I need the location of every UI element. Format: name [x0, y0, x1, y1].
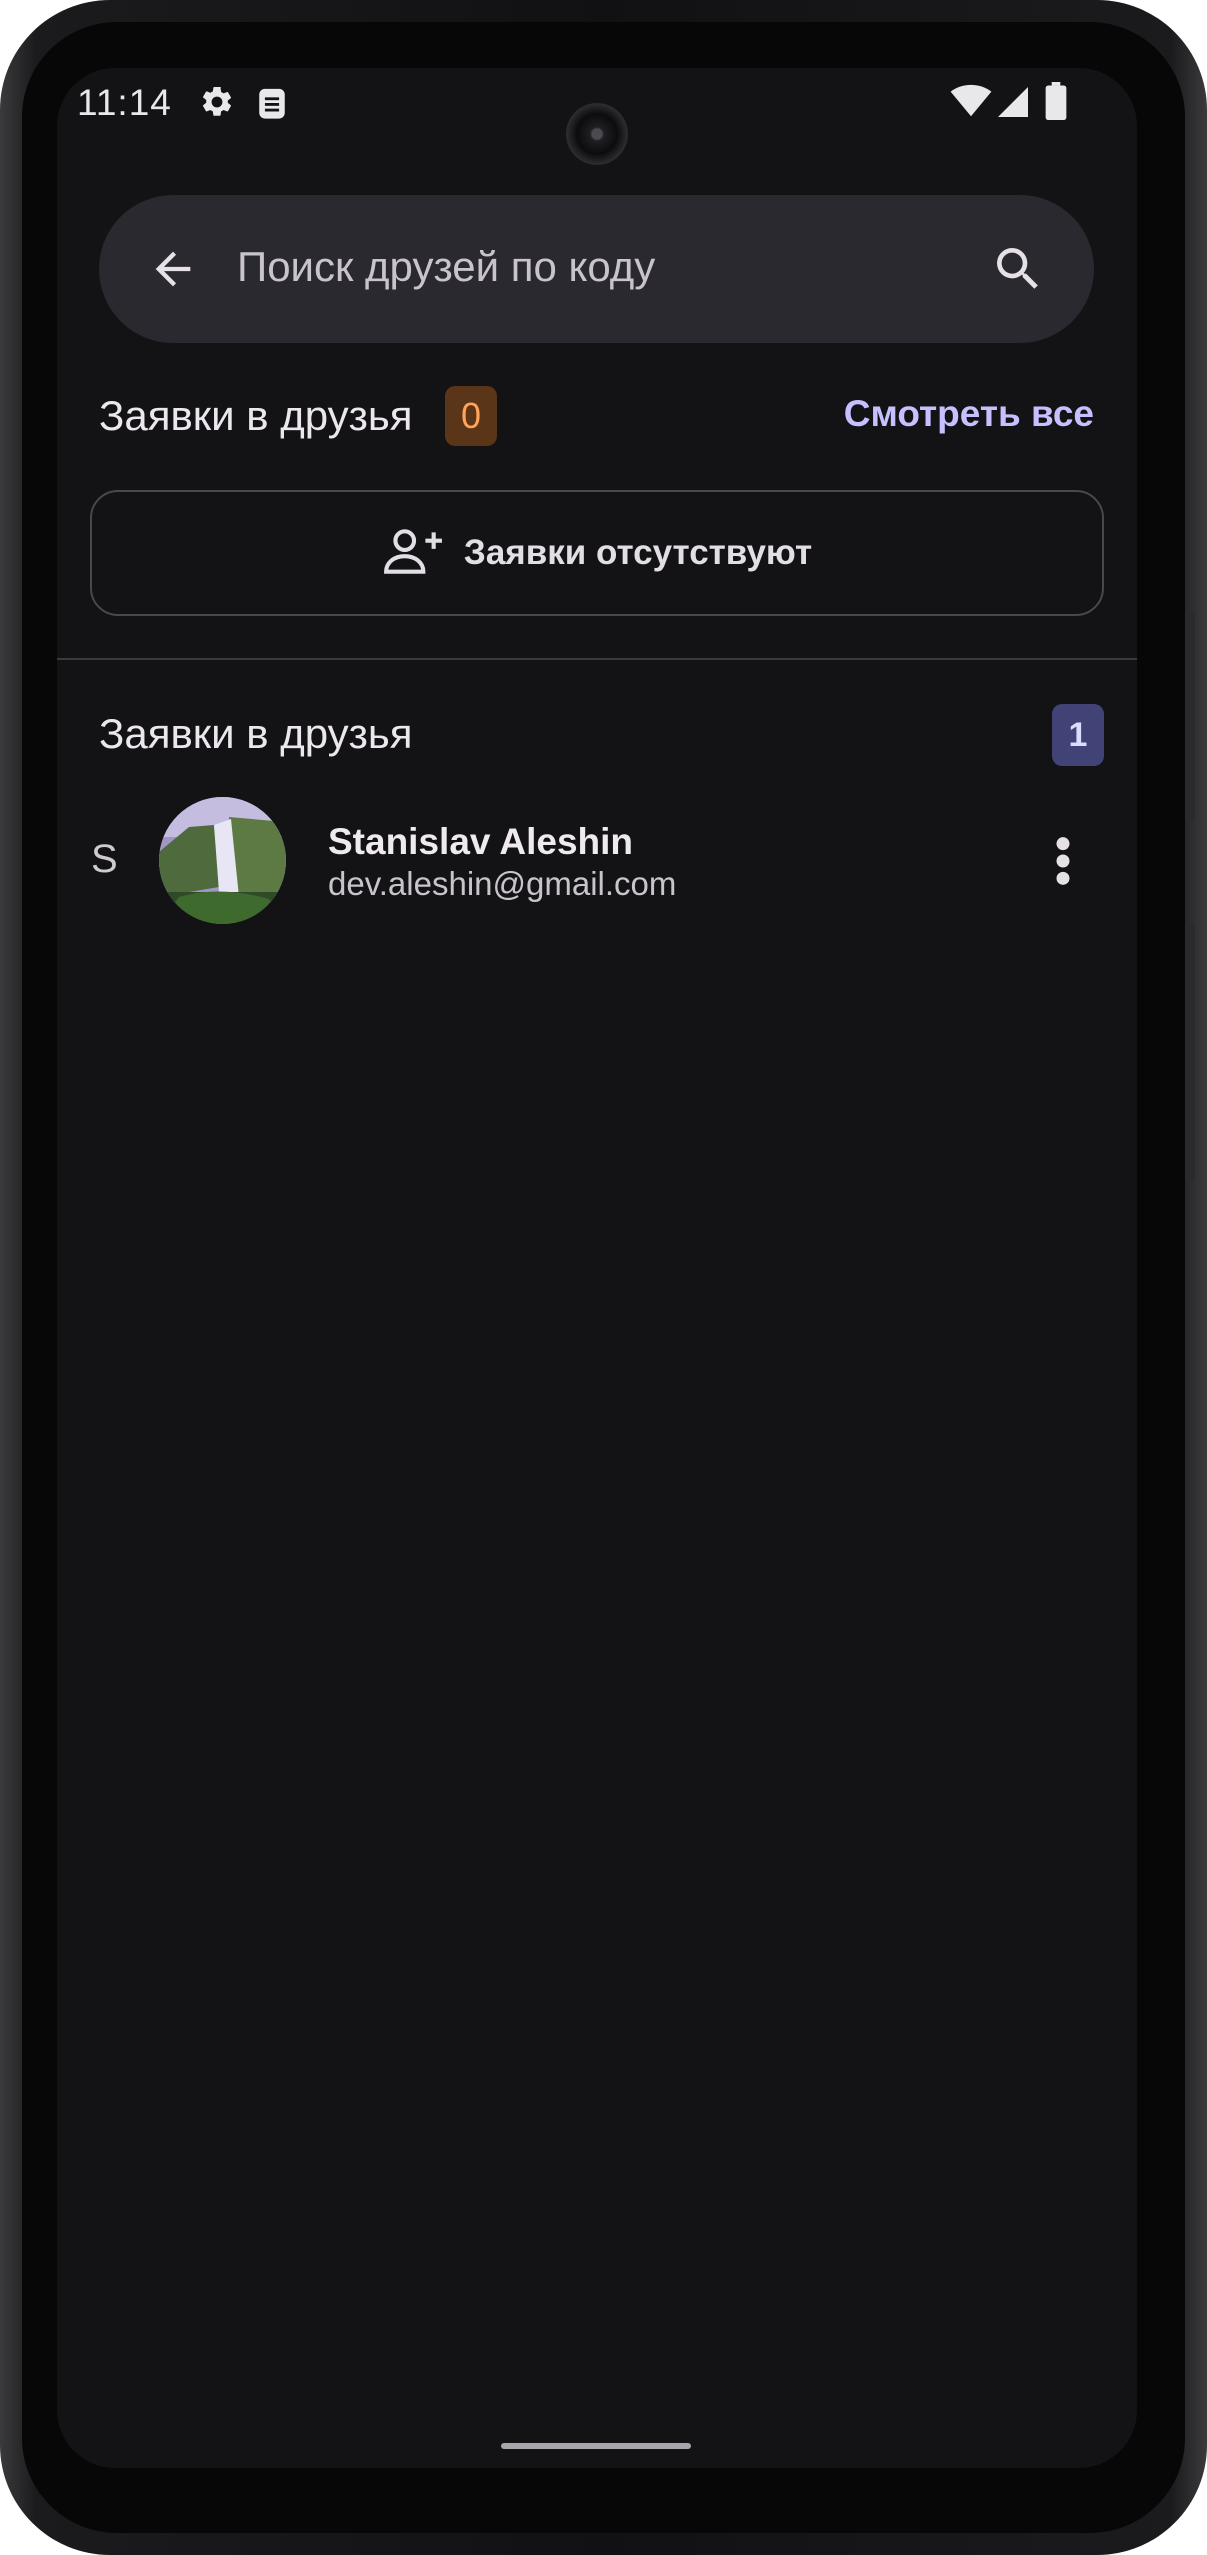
friend-email: dev.aleshin@gmail.com	[328, 865, 677, 902]
empty-requests-text: Заявки отсутствуют	[463, 533, 813, 572]
person-add-icon	[382, 526, 444, 581]
phone-frame: 11:14 Поиск друзей по коду Заявки в друз…	[0, 0, 1207, 2555]
see-all-link[interactable]: Смотреть все	[844, 393, 1094, 435]
front-camera	[566, 103, 628, 165]
friends-section-title: Заявки в друзья	[99, 710, 413, 757]
search-icon[interactable]	[990, 241, 1046, 302]
empty-requests-card: Заявки отсутствуют	[90, 490, 1104, 616]
requests-count-badge: 0	[445, 386, 497, 446]
clipboard-icon	[257, 86, 287, 125]
friends-count-badge: 1	[1052, 704, 1104, 766]
search-bar[interactable]: Поиск друзей по коду	[99, 195, 1094, 343]
back-arrow-icon[interactable]	[147, 243, 199, 300]
wifi-icon	[950, 84, 992, 123]
section-divider	[57, 658, 1137, 660]
power-button	[1185, 922, 1195, 1182]
friend-list-item[interactable]: S Stanislav Aleshin dev.aleshin@gmail.co…	[57, 793, 1137, 928]
app-screen: 11:14 Поиск друзей по коду Заявки в друз…	[57, 68, 1137, 2468]
friend-name: Stanislav Aleshin	[328, 821, 634, 862]
signal-icon	[995, 84, 1031, 125]
more-vert-icon[interactable]	[1053, 835, 1073, 892]
gear-icon	[199, 84, 235, 125]
status-time: 11:14	[77, 82, 172, 123]
avatar	[159, 797, 286, 924]
search-input[interactable]: Поиск друзей по коду	[237, 243, 655, 291]
list-group-letter: S	[91, 837, 118, 881]
battery-icon	[1045, 82, 1067, 125]
home-indicator[interactable]	[501, 2443, 691, 2449]
requests-section-title: Заявки в друзья	[99, 392, 413, 439]
volume-button	[1185, 612, 1195, 822]
